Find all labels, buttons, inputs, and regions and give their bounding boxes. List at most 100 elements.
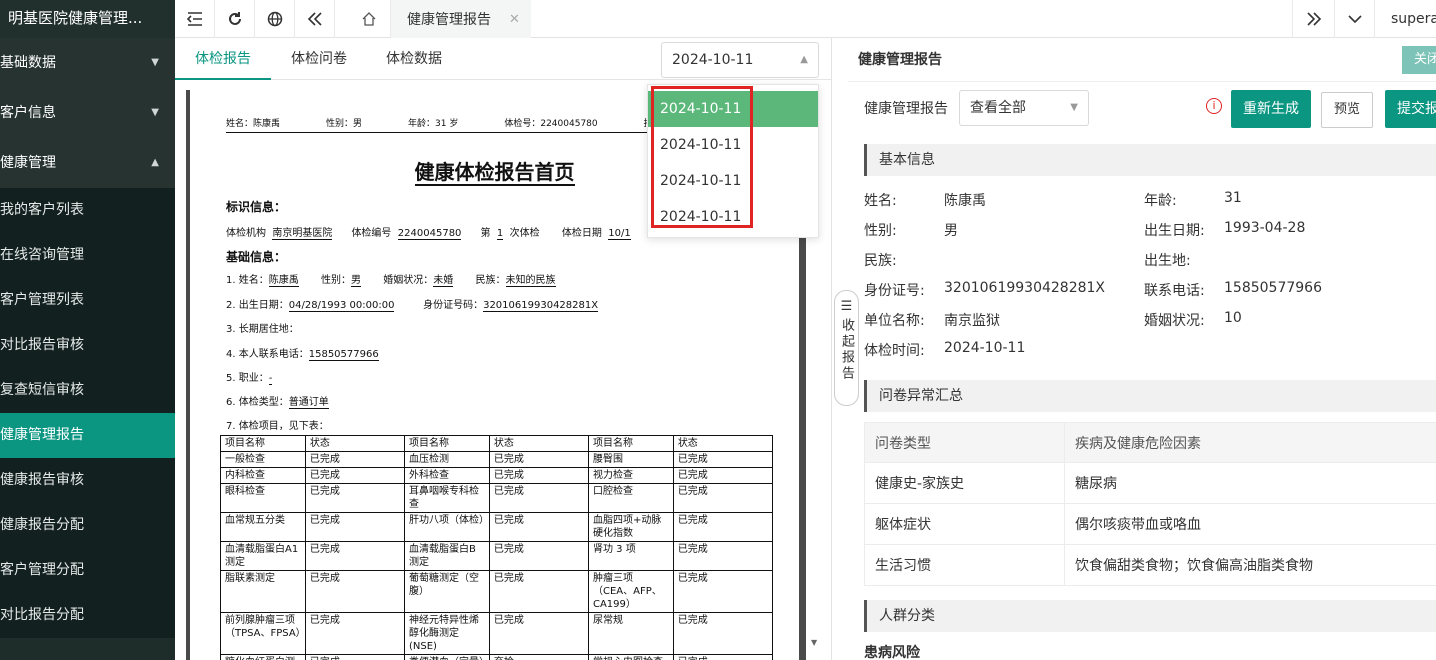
field-value: 陈康禹 xyxy=(944,193,986,209)
list-icon: ☰ xyxy=(840,299,853,314)
value: 320106199304282​81X xyxy=(483,300,599,312)
field-label: 性别: xyxy=(864,223,897,239)
sidebar-item-customer-list[interactable]: 客户管理列表 xyxy=(0,278,175,323)
label: 4. 本人联系电话： xyxy=(226,349,309,360)
table-header-row: 项目名称 状态 项目名称 状态 项目名称 状态 xyxy=(220,435,774,452)
scroll-down-icon[interactable]: ▼ xyxy=(811,638,817,647)
table-cell: 已完成 xyxy=(488,512,589,542)
tab-health-report[interactable]: 健康管理报告 ✕ xyxy=(391,0,531,38)
basic-info-header: 基本信息 xyxy=(864,144,1436,176)
section-identification: 标识信息： xyxy=(226,200,287,214)
table-cell: 前列腺肿瘤三项（TPSA、FPSA） xyxy=(220,612,306,655)
chevron-down-icon: ▼ xyxy=(151,107,159,118)
label: 1. 姓名： xyxy=(226,275,269,286)
exam-items-table: 项目名称 状态 项目名称 状态 项目名称 状态 一般检查 已完成 血压检测 已完成 腰臀围 已完成 内科… xyxy=(220,435,774,660)
exam-date-select[interactable]: 2024-10-11 ▲ xyxy=(661,42,819,78)
scroll-tabs-right-button[interactable] xyxy=(1292,0,1334,38)
table-cell: 脂联素测定 xyxy=(220,570,306,613)
table-row: 眼科检查 已完成 耳鼻咽喉专科检查 已完成 口腔检查 已完成 xyxy=(220,483,774,513)
home-tab[interactable] xyxy=(347,0,391,38)
table-cell: 已完成 xyxy=(304,512,405,542)
close-button[interactable]: 关闭 xyxy=(1402,46,1436,74)
tab-label: 健康管理报告 xyxy=(407,12,491,28)
highlight-box xyxy=(651,86,753,228)
table-cell: 状态 xyxy=(672,435,774,452)
exam-count: 1 xyxy=(496,228,504,240)
tab-exam-questionnaire[interactable]: 体检问卷 xyxy=(291,38,347,80)
label: 次体检 xyxy=(509,228,540,239)
table-cell: 已完成 xyxy=(304,467,405,484)
refresh-button[interactable] xyxy=(215,0,255,38)
sidebar-group-customer-info[interactable]: 客户信息 ▼ xyxy=(0,88,175,138)
double-chevron-right-icon xyxy=(1306,12,1321,26)
user-menu[interactable]: superadmin xyxy=(1374,0,1436,38)
sidebar-group-label: 基础数据 xyxy=(0,55,56,71)
table-cell: 肾功 3 项 xyxy=(587,541,674,571)
sidebar-item-health-report[interactable]: 健康管理报告 xyxy=(0,413,175,458)
table-cell: 疾病及健康危险因素 xyxy=(1064,422,1436,463)
table-row: 血常规五分类 已完成 肝功八项（体检） 已完成 血脂四项+动脉硬化指数 已完成 xyxy=(220,512,774,542)
regenerate-button[interactable]: 重新生成 xyxy=(1231,90,1311,128)
scroll-tabs-left-button[interactable] xyxy=(295,0,335,38)
report-header-name: 姓名：陈康禹 xyxy=(226,119,281,129)
info-icon[interactable]: i xyxy=(1206,98,1222,114)
table-cell: 内科检查 xyxy=(220,467,306,484)
table-cell: 视力检查 xyxy=(587,467,674,484)
health-report-panel: 健康管理报告 关闭 健康管理报告 查看全部 ▼ i 重新生成 预览 提交报告 基… xyxy=(848,38,1436,660)
label: 民族： xyxy=(475,275,506,286)
view-filter-value: 查看全部 xyxy=(970,100,1026,116)
sidebar-group-health-management[interactable]: 健康管理 ▲ xyxy=(0,138,175,188)
language-button[interactable] xyxy=(255,0,295,38)
table-cell: 葡萄糖测定（空腹） xyxy=(403,570,490,613)
label: 婚姻状况： xyxy=(383,275,434,286)
sidebar-item-customer-assign[interactable]: 客户管理分配 xyxy=(0,548,175,593)
sidebar-group-basic-data[interactable]: 基础数据 ▼ xyxy=(0,38,175,88)
table-cell: 肝功八项（体检） xyxy=(403,512,490,542)
table-header-row: 问卷类型 疾病及健康危险因素 xyxy=(864,422,1436,463)
sidebar-item-compare-review[interactable]: 对比报告审核 xyxy=(0,323,175,368)
section-basic: 基础信息： xyxy=(226,250,287,264)
table-cell: 饮食偏甜类食物；饮食偏高油脂类食物 xyxy=(1064,544,1436,586)
table-row: 内科检查 已完成 外科检查 已完成 视力检查 已完成 xyxy=(220,467,774,484)
table-cell: 已完成 xyxy=(672,654,774,660)
disease-risk-label: 患病风险 xyxy=(864,645,920,660)
sidebar-item-online-consult[interactable]: 在线咨询管理 xyxy=(0,233,175,278)
report-header-age: 年龄：31 岁 xyxy=(408,119,459,129)
value: 未婚 xyxy=(433,275,454,287)
label: 6. 体检类型： xyxy=(226,397,289,408)
collapse-report-button[interactable]: ☰ 收起报告 xyxy=(834,290,859,406)
sidebar-submenu: 我的客户列表 在线咨询管理 客户管理列表 对比报告审核 复查短信审核 健康管理报… xyxy=(0,188,175,638)
tab-exam-data[interactable]: 体检数据 xyxy=(386,38,442,80)
table-cell: 已完成 xyxy=(488,570,589,613)
table-cell: 口腔检查 xyxy=(587,483,674,513)
collapse-report-label: 收起报告 xyxy=(839,318,854,382)
sidebar-item-sms-review[interactable]: 复查短信审核 xyxy=(0,368,175,413)
table-cell: 耳鼻咽喉专科检查 xyxy=(403,483,490,513)
field-value: 15850577966 xyxy=(1224,280,1322,296)
submit-report-button[interactable]: 提交报告 xyxy=(1385,90,1436,128)
panel-header: 健康管理报告 关闭 xyxy=(848,38,1436,82)
field-value: 2024-10-11 xyxy=(944,340,1026,356)
sidebar-item-compare-assign[interactable]: 对比报告分配 xyxy=(0,593,175,638)
table-row: 脂联素测定 已完成 葡萄糖测定（空腹） 已完成 肿瘤三项（CEA、AFP、CA199）已… xyxy=(220,570,774,613)
close-icon[interactable]: ✕ xyxy=(509,12,520,27)
tabs-menu-button[interactable] xyxy=(1334,0,1374,38)
preview-button[interactable]: 预览 xyxy=(1321,92,1374,128)
table-cell: 弃检 xyxy=(488,654,589,660)
label: 体检机构 xyxy=(226,228,266,239)
table-cell: 已完成 xyxy=(304,541,405,571)
table-cell: 问卷类型 xyxy=(864,422,1065,463)
sidebar-item-report-review[interactable]: 健康报告审核 xyxy=(0,458,175,503)
tab-exam-report[interactable]: 体检报告 xyxy=(175,38,271,80)
table-cell: 血清载脂蛋白A1测定 xyxy=(220,541,306,571)
panel-title: 健康管理报告 xyxy=(858,52,942,68)
table-cell: 已完成 xyxy=(304,483,405,513)
sidebar-item-report-assign[interactable]: 健康报告分配 xyxy=(0,503,175,548)
table-cell: 项目名称 xyxy=(220,435,306,452)
view-filter-select[interactable]: 查看全部 ▼ xyxy=(959,90,1089,126)
table-cell: 粪便潜血（定量） xyxy=(403,654,490,660)
field-label: 姓名: xyxy=(864,193,897,209)
menu-toggle-button[interactable] xyxy=(175,0,215,38)
table-cell: 已完成 xyxy=(304,451,405,468)
sidebar-item-my-customers[interactable]: 我的客户列表 xyxy=(0,188,175,233)
